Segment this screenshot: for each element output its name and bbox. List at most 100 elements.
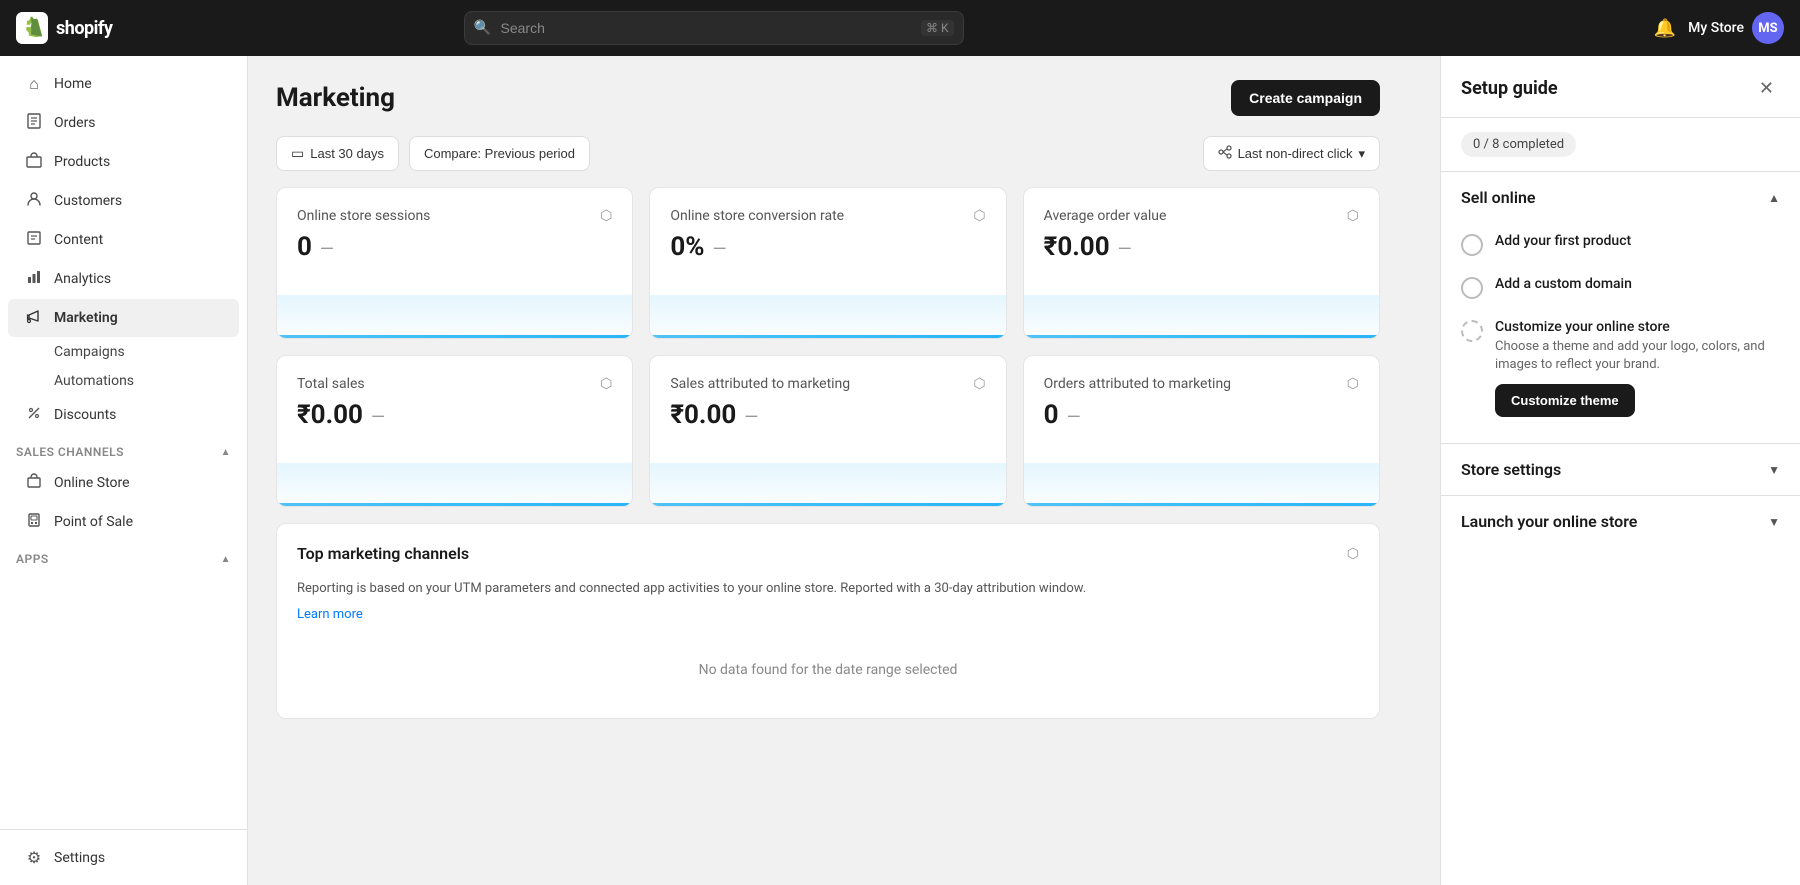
metric-card-conversion: Online store conversion rate ⬡ 0% — [649, 187, 1006, 339]
pos-icon [24, 512, 44, 532]
learn-more-link[interactable]: Learn more [297, 607, 363, 622]
customize-theme-button[interactable]: Customize theme [1495, 384, 1635, 417]
attribution-label: Last non-direct click [1238, 146, 1353, 161]
metric-chart-sales-marketing [650, 446, 1005, 506]
sidebar-item-label-content: Content [54, 232, 103, 248]
sales-channels-section[interactable]: Sales channels ▲ [0, 435, 247, 463]
metric-label-conversion: Online store conversion rate [670, 208, 844, 224]
products-icon [24, 152, 44, 172]
metric-value-conversion: 0% [670, 232, 704, 262]
setup-progress-wrapper: 0 / 8 completed [1441, 118, 1800, 171]
content-area: Marketing Create campaign ▭ Last 30 days… [248, 56, 1440, 885]
sidebar-item-orders[interactable]: Orders [8, 104, 239, 142]
channels-export-icon[interactable]: ⬡ [1347, 546, 1359, 562]
metric-value-total-sales: ₹0.00 [297, 400, 363, 430]
search-icon: 🔍 [474, 20, 491, 36]
channels-description: Reporting is based on your UTM parameter… [297, 579, 1359, 599]
sidebar-item-label-online-store: Online Store [54, 475, 130, 491]
search-bar[interactable]: 🔍 ⌘ K [464, 11, 964, 45]
attribution-filter[interactable]: Last non-direct click ▾ [1203, 136, 1380, 171]
compare-filter[interactable]: Compare: Previous period [409, 136, 590, 171]
setup-item-customize-store: Customize your online store Choose a the… [1461, 309, 1780, 427]
sidebar-item-online-store[interactable]: Online Store [8, 464, 239, 502]
setup-close-button[interactable]: ✕ [1753, 76, 1780, 101]
launch-store-title: Launch your online store [1461, 512, 1637, 531]
channels-card: Top marketing channels ⬡ Reporting is ba… [276, 523, 1380, 719]
metric-export-icon-avg-order[interactable]: ⬡ [1347, 208, 1359, 224]
sidebar-item-label-products: Products [54, 154, 110, 170]
metric-dash-conversion: — [712, 239, 726, 260]
compare-label: Compare: Previous period [424, 146, 575, 161]
sidebar-item-campaigns[interactable]: Campaigns [46, 338, 247, 366]
page-title: Marketing [276, 83, 395, 113]
sidebar-item-point-of-sale[interactable]: Point of Sale [8, 503, 239, 541]
sell-online-title: Sell online [1461, 188, 1536, 207]
setup-item-custom-domain: Add a custom domain [1461, 266, 1780, 309]
sidebar-item-label-customers: Customers [54, 193, 122, 209]
setup-items: Add your first product Add a custom doma… [1441, 223, 1800, 443]
metric-card-sales-marketing: Sales attributed to marketing ⬡ ₹0.00 — [649, 355, 1006, 507]
launch-store-section[interactable]: Launch your online store ▼ [1441, 495, 1800, 547]
store-switcher[interactable]: My Store MS [1688, 12, 1784, 44]
setup-progress-badge: 0 / 8 completed [1461, 132, 1576, 157]
sidebar-item-settings[interactable]: ⚙ Settings [8, 839, 239, 876]
sidebar-item-analytics[interactable]: Analytics [8, 260, 239, 298]
setup-item-circle-domain [1461, 277, 1483, 299]
setup-item-circle-product [1461, 234, 1483, 256]
metric-label-orders-marketing: Orders attributed to marketing [1044, 376, 1231, 392]
setup-item-first-product: Add your first product [1461, 223, 1780, 266]
metric-export-icon-total-sales[interactable]: ⬡ [600, 376, 612, 392]
sidebar-sub-marketing: Campaigns Automations [0, 338, 247, 395]
search-input[interactable] [464, 11, 964, 45]
online-store-icon [24, 473, 44, 493]
apps-section[interactable]: Apps ▲ [0, 542, 247, 570]
search-shortcut: ⌘ K [921, 20, 954, 36]
sidebar-item-automations[interactable]: Automations [46, 367, 247, 395]
home-icon: ⌂ [24, 74, 44, 94]
store-settings-section[interactable]: Store settings ▼ [1441, 443, 1800, 495]
metric-export-icon-orders-marketing[interactable]: ⬡ [1347, 376, 1359, 392]
attribution-icon [1218, 145, 1232, 162]
sell-online-section-header[interactable]: Sell online ▲ [1441, 172, 1800, 223]
attribution-chevron-icon: ▾ [1358, 146, 1365, 162]
sidebar: ⌂ Home Orders Products Customers [0, 56, 248, 885]
setup-panel: Setup guide ✕ 0 / 8 completed Sell onlin… [1440, 56, 1800, 885]
page-content: Marketing Create campaign ▭ Last 30 days… [248, 56, 1408, 743]
sidebar-item-home[interactable]: ⌂ Home [8, 65, 239, 103]
notification-bell-icon[interactable]: 🔔 [1654, 18, 1676, 39]
sell-online-section: Sell online ▲ Add your first product Add… [1441, 171, 1800, 443]
sidebar-item-products[interactable]: Products [8, 143, 239, 181]
logo-text: shopify [56, 18, 112, 39]
setup-item-circle-customize [1461, 320, 1483, 342]
metrics-grid-row2: Total sales ⬡ ₹0.00 — Sales attributed t… [276, 355, 1380, 507]
metric-export-icon-sales-marketing[interactable]: ⬡ [973, 376, 985, 392]
no-data-message: No data found for the date range selecte… [297, 622, 1359, 698]
shopify-logo-icon [16, 12, 48, 44]
content-icon [24, 230, 44, 250]
setup-item-label-domain: Add a custom domain [1495, 276, 1632, 292]
metric-chart-total-sales [277, 446, 632, 506]
calendar-icon: ▭ [291, 145, 304, 162]
store-settings-title: Store settings [1461, 460, 1561, 479]
date-range-filter[interactable]: ▭ Last 30 days [276, 136, 399, 171]
metric-value-avg-order: ₹0.00 [1044, 232, 1110, 262]
metric-label-sales-marketing: Sales attributed to marketing [670, 376, 850, 392]
create-campaign-button[interactable]: Create campaign [1231, 80, 1380, 116]
metric-card-avg-order: Average order value ⬡ ₹0.00 — [1023, 187, 1380, 339]
setup-panel-header: Setup guide ✕ [1441, 56, 1800, 118]
metric-export-icon-sessions[interactable]: ⬡ [600, 208, 612, 224]
metric-value-sales-marketing: ₹0.00 [670, 400, 736, 430]
store-name: My Store [1688, 20, 1744, 36]
sales-channels-label: Sales channels [16, 445, 124, 459]
sidebar-item-label-settings: Settings [54, 850, 105, 866]
sidebar-item-customers[interactable]: Customers [8, 182, 239, 220]
metric-export-icon-conversion[interactable]: ⬡ [973, 208, 985, 224]
sidebar-item-marketing[interactable]: Marketing [8, 299, 239, 337]
metric-dash-total-sales: — [371, 407, 385, 428]
sidebar-item-content[interactable]: Content [8, 221, 239, 259]
sidebar-nav: ⌂ Home Orders Products Customers [0, 56, 247, 829]
logo[interactable]: shopify [16, 12, 112, 44]
analytics-icon [24, 269, 44, 289]
sidebar-item-discounts[interactable]: Discounts [8, 396, 239, 434]
topbar: shopify 🔍 ⌘ K 🔔 My Store MS [0, 0, 1800, 56]
